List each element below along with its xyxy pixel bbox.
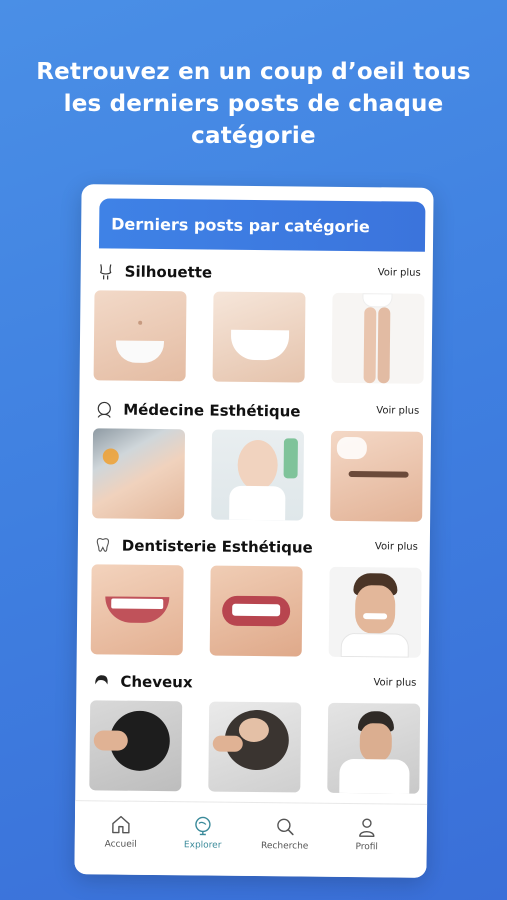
post-thumbnail[interactable] (331, 292, 425, 384)
nav-item-recherche[interactable]: Recherche (245, 815, 325, 852)
post-thumbnail[interactable] (92, 428, 186, 520)
post-thumbnail[interactable] (90, 564, 184, 656)
body-silhouette-icon (95, 260, 117, 282)
post-thumbnail[interactable] (330, 430, 424, 522)
profile-icon (359, 818, 375, 837)
explore-icon (195, 816, 211, 836)
post-thumbnail[interactable] (209, 565, 303, 657)
home-icon (112, 815, 130, 834)
category-section-cheveux: Cheveux Voir plus (89, 666, 421, 794)
nav-label: Explorer (183, 840, 222, 851)
phone-screen: Derniers posts par catégorie Silhouette … (74, 184, 434, 878)
post-thumbnail[interactable] (328, 566, 422, 658)
face-icon (93, 398, 115, 420)
headline: Retrouvez en un coup d’oeil tous les der… (0, 56, 507, 152)
nav-label: Recherche (261, 841, 309, 852)
nav-item-accueil[interactable]: Accueil (81, 813, 161, 850)
hair-icon (90, 670, 112, 692)
see-more-link[interactable]: Voir plus (375, 541, 418, 552)
see-more-link[interactable]: Voir plus (378, 267, 421, 278)
headline-line-3: catégorie (191, 123, 316, 149)
bottom-navigation: Accueil Explorer Recherche Profil (74, 800, 428, 878)
post-thumbnail[interactable] (327, 702, 421, 794)
search-icon (277, 818, 294, 836)
section-title: Cheveux (120, 672, 193, 692)
see-more-link[interactable]: Voir plus (376, 405, 419, 416)
headline-line-1: Retrouvez en un coup d’oeil tous (36, 59, 471, 85)
post-thumbnail[interactable] (89, 700, 183, 792)
banner-title: Derniers posts par catégorie (111, 213, 370, 236)
category-section-dentisterie: Dentisterie Esthétique Voir plus (90, 530, 422, 658)
post-thumbnail[interactable] (212, 291, 306, 383)
nav-item-explorer[interactable]: Explorer (163, 814, 243, 851)
section-title: Silhouette (124, 262, 213, 282)
tooth-icon (92, 534, 114, 556)
headline-line-2: les derniers posts de chaque (63, 91, 444, 117)
post-thumbnail[interactable] (93, 290, 187, 382)
section-title: Médecine Esthétique (123, 400, 301, 421)
section-title: Dentisterie Esthétique (121, 536, 313, 557)
category-section-medecine: Médecine Esthétique Voir plus (92, 394, 424, 522)
nav-label: Profil (355, 842, 378, 853)
category-section-silhouette: Silhouette Voir plus (93, 256, 425, 384)
post-thumbnail[interactable] (211, 429, 305, 521)
see-more-link[interactable]: Voir plus (373, 677, 416, 688)
nav-label: Accueil (104, 839, 137, 850)
nav-item-profil[interactable]: Profil (327, 816, 407, 853)
post-thumbnail[interactable] (208, 701, 302, 793)
section-banner: Derniers posts par catégorie (98, 198, 426, 252)
